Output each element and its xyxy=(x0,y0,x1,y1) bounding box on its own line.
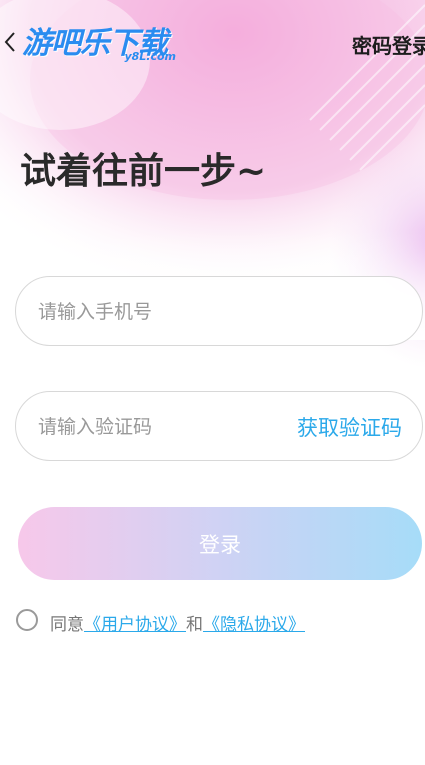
privacy-agreement-link[interactable]: 《隐私协议》 xyxy=(203,615,305,635)
user-agreement-link[interactable]: 《用户协议》 xyxy=(84,615,186,635)
background-decoration xyxy=(0,0,425,369)
back-button[interactable] xyxy=(0,28,20,56)
login-button[interactable]: 登录 xyxy=(18,507,422,580)
password-login-link[interactable]: 密码登录 xyxy=(352,30,425,59)
code-field: 获取验证码 xyxy=(15,391,423,461)
chevron-left-icon xyxy=(4,32,15,52)
page-title: 试着往前一步~ xyxy=(20,151,267,192)
logo: 游吧乐下载 y8L.com xyxy=(22,18,182,66)
agreement-text: 同意《用户协议》和《隐私协议》 xyxy=(50,610,305,635)
agreement-and: 和 xyxy=(186,615,203,635)
get-code-button[interactable]: 获取验证码 xyxy=(297,412,402,442)
verification-code-input[interactable] xyxy=(36,410,300,444)
login-button-label: 登录 xyxy=(199,532,241,557)
agreement-prefix: 同意 xyxy=(50,615,84,635)
top-bar: 游吧乐下载 y8L.com 密码登录 xyxy=(0,0,425,90)
logo-subtext: y8L.com xyxy=(124,50,176,63)
radio-unchecked-icon[interactable] xyxy=(16,609,38,631)
phone-input[interactable] xyxy=(36,295,300,329)
phone-field xyxy=(15,276,423,346)
